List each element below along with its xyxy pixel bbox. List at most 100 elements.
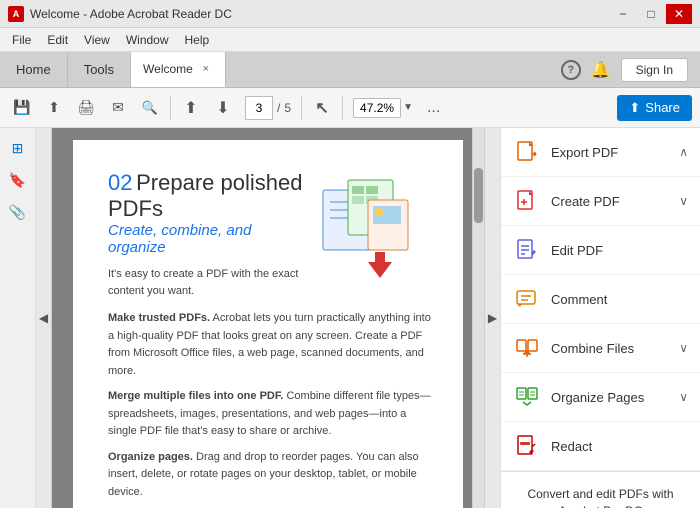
page-number-input[interactable] xyxy=(245,96,273,120)
tab-bar: Home Tools Welcome × ? 🔔 Sign In xyxy=(0,52,700,88)
pdf-section-number: 02 xyxy=(108,170,132,195)
upgrade-text: Convert and edit PDFs with Acrobat Pro D… xyxy=(513,486,688,508)
page-thumbnails-button[interactable]: ⊞ xyxy=(6,136,30,160)
separator xyxy=(170,96,171,120)
tab-home[interactable]: Home xyxy=(0,52,68,87)
combine-files-item[interactable]: Combine Files ∨ xyxy=(501,324,700,373)
export-arrow-icon: ∧ xyxy=(679,145,688,159)
window-controls: − □ ✕ xyxy=(610,4,692,24)
organize-pages-label: Organize Pages xyxy=(551,390,669,405)
print-button[interactable]: 🖨 xyxy=(72,94,100,122)
title-bar: A Welcome - Adobe Acrobat Reader DC − □ … xyxy=(0,0,700,28)
export-pdf-label: Export PDF xyxy=(551,145,669,160)
organize-pages-icon xyxy=(513,383,541,411)
share-button[interactable]: ⬆ Share xyxy=(617,95,692,121)
bookmark-icon: 🔖 xyxy=(9,172,26,189)
combine-files-label: Combine Files xyxy=(551,341,669,356)
more-options-button[interactable]: ... xyxy=(421,95,446,121)
organize-pages-item[interactable]: Organize Pages ∨ xyxy=(501,373,700,422)
create-pdf-item[interactable]: Create PDF ∨ xyxy=(501,177,700,226)
notification-bell[interactable]: 🔔 xyxy=(591,60,611,80)
cursor-icon: ↖ xyxy=(315,98,328,118)
menu-view[interactable]: View xyxy=(76,31,118,49)
page-separator: / xyxy=(277,101,280,115)
pdf-section-1: Make trusted PDFs. Acrobat lets you turn… xyxy=(108,309,433,379)
create-arrow-icon: ∨ xyxy=(679,194,688,208)
bookmarks-button[interactable]: 🔖 xyxy=(6,168,30,192)
right-panel: Export PDF ∧ Create PDF ∨ xyxy=(500,128,700,508)
print-icon: 🖨 xyxy=(77,99,95,116)
pdf-illustration xyxy=(318,170,433,300)
tab-right-area: ? 🔔 Sign In xyxy=(226,52,700,87)
upgrade-section: Convert and edit PDFs with Acrobat Pro D… xyxy=(501,471,700,508)
menu-help[interactable]: Help xyxy=(177,31,218,49)
redact-icon xyxy=(513,432,541,460)
combine-files-icon xyxy=(513,334,541,362)
pdf-s2-title: Merge multiple files into one PDF. xyxy=(108,390,283,402)
organize-arrow-icon: ∨ xyxy=(679,390,688,404)
attachment-icon: 📎 xyxy=(9,204,26,221)
scroll-left-button[interactable]: ◀ xyxy=(36,128,52,508)
content-wrapper: ◀ xyxy=(36,128,500,508)
separator2 xyxy=(301,96,302,120)
right-arrow-icon: ▶ xyxy=(488,311,497,325)
tab-tools[interactable]: Tools xyxy=(68,52,131,87)
save-icon: 💾 xyxy=(13,99,30,116)
tab-welcome[interactable]: Welcome × xyxy=(131,52,226,87)
sign-in-button[interactable]: Sign In xyxy=(621,58,688,82)
toolbar: 💾 ⬆ 🖨 ✉ 🔍 ⬆ ⬇ / 5 ↖ 47.2% ▼ ... ⬆ Share xyxy=(0,88,700,128)
export-pdf-icon xyxy=(513,138,541,166)
pdf-s1-title: Make trusted PDFs. xyxy=(108,312,210,324)
combine-arrow-icon: ∨ xyxy=(679,341,688,355)
pdf-section-3: Organize pages. Drag and drop to reorder… xyxy=(108,448,433,501)
upload-button[interactable]: ⬆ xyxy=(40,94,68,122)
search-button[interactable]: 🔍 xyxy=(136,94,164,122)
left-arrow-icon: ◀ xyxy=(39,311,48,325)
pdf-page: 02 Prepare polished PDFs Create, combine… xyxy=(73,140,463,508)
scroll-down-icon: ⬇ xyxy=(216,98,229,118)
export-pdf-item[interactable]: Export PDF ∧ xyxy=(501,128,700,177)
search-icon: 🔍 xyxy=(142,100,158,116)
pdf-s3-title: Organize pages. xyxy=(108,451,193,463)
create-pdf-label: Create PDF xyxy=(551,194,669,209)
minimize-button[interactable]: − xyxy=(610,4,636,24)
window-title: Welcome - Adobe Acrobat Reader DC xyxy=(30,7,232,21)
close-button[interactable]: ✕ xyxy=(666,4,692,24)
menu-file[interactable]: File xyxy=(4,31,39,49)
cursor-button[interactable]: ↖ xyxy=(308,94,336,122)
save-button[interactable]: 💾 xyxy=(8,94,36,122)
comment-icon xyxy=(513,285,541,313)
comment-item[interactable]: Comment xyxy=(501,275,700,324)
pdf-scrollbar-track[interactable] xyxy=(472,128,484,508)
edit-pdf-icon xyxy=(513,236,541,264)
comment-label: Comment xyxy=(551,292,688,307)
attachments-button[interactable]: 📎 xyxy=(6,200,30,224)
scroll-up-icon: ⬆ xyxy=(184,98,197,118)
menu-edit[interactable]: Edit xyxy=(39,31,76,49)
edit-pdf-label: Edit PDF xyxy=(551,243,688,258)
restore-button[interactable]: □ xyxy=(638,4,664,24)
edit-pdf-item[interactable]: Edit PDF xyxy=(501,226,700,275)
app-icon: A xyxy=(8,6,24,22)
close-tab-button[interactable]: × xyxy=(199,62,213,76)
menu-window[interactable]: Window xyxy=(118,31,177,49)
main-area: ⊞ 🔖 📎 ◀ xyxy=(0,128,700,508)
page-total: 5 xyxy=(284,101,291,115)
left-sidebar: ⊞ 🔖 📎 xyxy=(0,128,36,508)
scroll-right-button[interactable]: ▶ xyxy=(484,128,500,508)
zoom-control: 47.2% ▼ xyxy=(353,98,413,118)
email-button[interactable]: ✉ xyxy=(104,94,132,122)
scroll-down-button[interactable]: ⬇ xyxy=(209,94,237,122)
separator3 xyxy=(342,96,343,120)
help-button[interactable]: ? xyxy=(561,60,581,80)
redact-item[interactable]: Redact xyxy=(501,422,700,471)
create-pdf-icon xyxy=(513,187,541,215)
share-icon: ⬆ xyxy=(629,100,640,116)
pdf-heading: Prepare polished PDFs xyxy=(108,170,302,221)
zoom-value[interactable]: 47.2% xyxy=(353,98,401,118)
pdf-section-2: Merge multiple files into one PDF. Combi… xyxy=(108,387,433,440)
scroll-up-button[interactable]: ⬆ xyxy=(177,94,205,122)
zoom-dropdown-icon[interactable]: ▼ xyxy=(403,102,413,113)
pdf-scrollbar-thumb[interactable] xyxy=(474,168,483,223)
pdf-area[interactable]: 02 Prepare polished PDFs Create, combine… xyxy=(52,128,484,508)
